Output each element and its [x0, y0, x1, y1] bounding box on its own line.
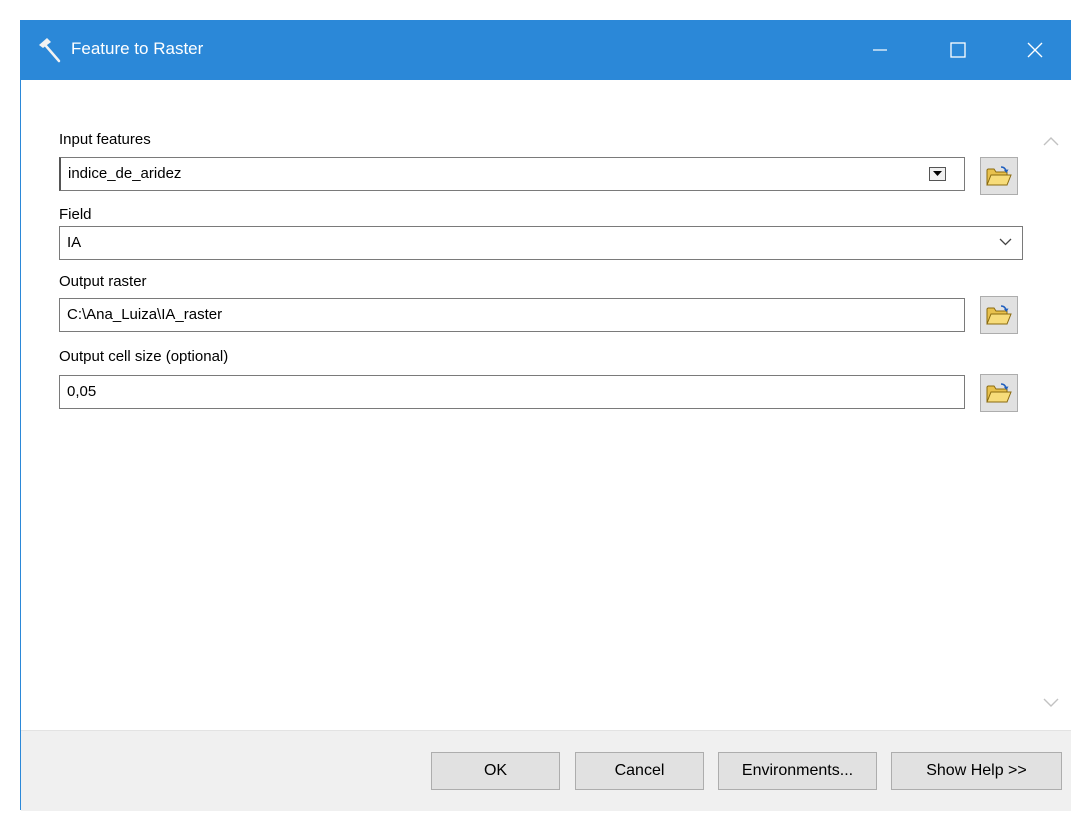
cell-size-label: Output cell size (optional)	[59, 348, 229, 365]
input-features-value: indice_de_aridez	[68, 165, 182, 182]
cell-size-value: 0,05	[67, 383, 97, 400]
chevron-down-icon	[999, 238, 1012, 246]
folder-open-icon	[986, 305, 1012, 325]
feature-to-raster-dialog: Feature to Raster Input features indice_…	[20, 20, 1071, 811]
input-features-label: Input features	[59, 131, 151, 148]
cell-size-browse-button[interactable]	[980, 374, 1018, 412]
show-help-button[interactable]: Show Help >>	[891, 752, 1062, 790]
close-button[interactable]	[1011, 20, 1059, 80]
output-raster-browse-button[interactable]	[980, 296, 1018, 334]
parameters-panel: Input features indice_de_aridez Field IA…	[21, 80, 1071, 750]
environments-button[interactable]: Environments...	[718, 752, 877, 790]
field-select[interactable]: IA	[59, 226, 1023, 260]
folder-open-icon	[986, 383, 1012, 403]
input-features-browse-button[interactable]	[980, 157, 1018, 195]
scroll-up-icon[interactable]	[1043, 136, 1059, 146]
window-title: Feature to Raster	[71, 39, 204, 58]
field-label: Field	[59, 206, 92, 223]
maximize-button[interactable]	[934, 20, 982, 80]
hammer-icon	[39, 38, 61, 63]
maximize-icon	[950, 42, 966, 58]
ok-button[interactable]: OK	[431, 752, 560, 790]
cancel-button[interactable]: Cancel	[575, 752, 704, 790]
minimize-button[interactable]	[856, 20, 904, 80]
dropdown-arrow-icon[interactable]	[929, 167, 946, 181]
folder-open-icon	[986, 166, 1012, 186]
scroll-down-icon[interactable]	[1043, 698, 1059, 708]
minimize-icon	[873, 49, 887, 51]
output-raster-value: C:\Ana_Luiza\IA_raster	[67, 306, 223, 323]
output-raster-label: Output raster	[59, 273, 147, 290]
input-features-combo[interactable]: indice_de_aridez	[59, 157, 965, 191]
field-value: IA	[67, 234, 82, 251]
title-bar: Feature to Raster	[21, 20, 1071, 80]
cell-size-input[interactable]: 0,05	[59, 375, 965, 409]
close-icon	[1027, 42, 1043, 58]
button-bar: OK Cancel Environments... Show Help >>	[21, 730, 1071, 811]
output-raster-input[interactable]: C:\Ana_Luiza\IA_raster	[59, 298, 965, 332]
